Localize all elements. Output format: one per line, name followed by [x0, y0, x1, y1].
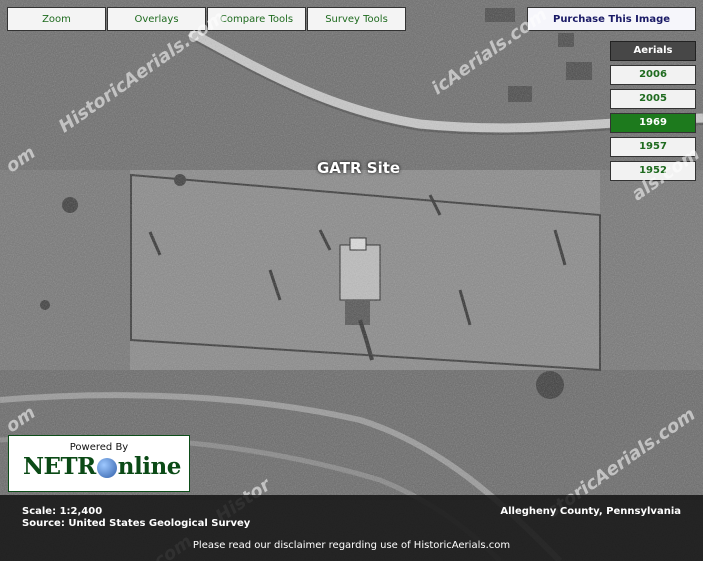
- zoom-button[interactable]: Zoom: [7, 7, 106, 31]
- source-text: Source: United States Geological Survey: [22, 518, 251, 529]
- survey-tools-button[interactable]: Survey Tools: [307, 7, 406, 31]
- location-text: Allegheny County, Pennsylvania: [500, 506, 681, 517]
- netronline-logo[interactable]: Powered By NETR nline: [8, 435, 190, 492]
- year-button-2006[interactable]: 2006: [610, 65, 696, 85]
- aerials-header: Aerials: [610, 41, 696, 61]
- purchase-image-button[interactable]: Purchase This Image: [527, 7, 696, 31]
- map-viewer[interactable]: Zoom Overlays Compare Tools Survey Tools…: [0, 0, 703, 561]
- scale-text: Scale: 1:2,400: [22, 506, 103, 517]
- info-bar: Scale: 1:2,400 Source: United States Geo…: [0, 495, 703, 561]
- disclaimer-link[interactable]: Please read our disclaimer regarding use…: [0, 540, 703, 551]
- year-button-2005[interactable]: 2005: [610, 89, 696, 109]
- site-label: GATR Site: [317, 159, 401, 177]
- globe-icon: [96, 458, 117, 478]
- netronline-wordmark: NETR nline: [23, 453, 181, 480]
- brand-text-a: NETR: [23, 453, 96, 480]
- powered-by-label: Powered By: [69, 442, 129, 453]
- brand-text-b: nline: [117, 453, 182, 480]
- year-button-1969[interactable]: 1969: [610, 113, 696, 133]
